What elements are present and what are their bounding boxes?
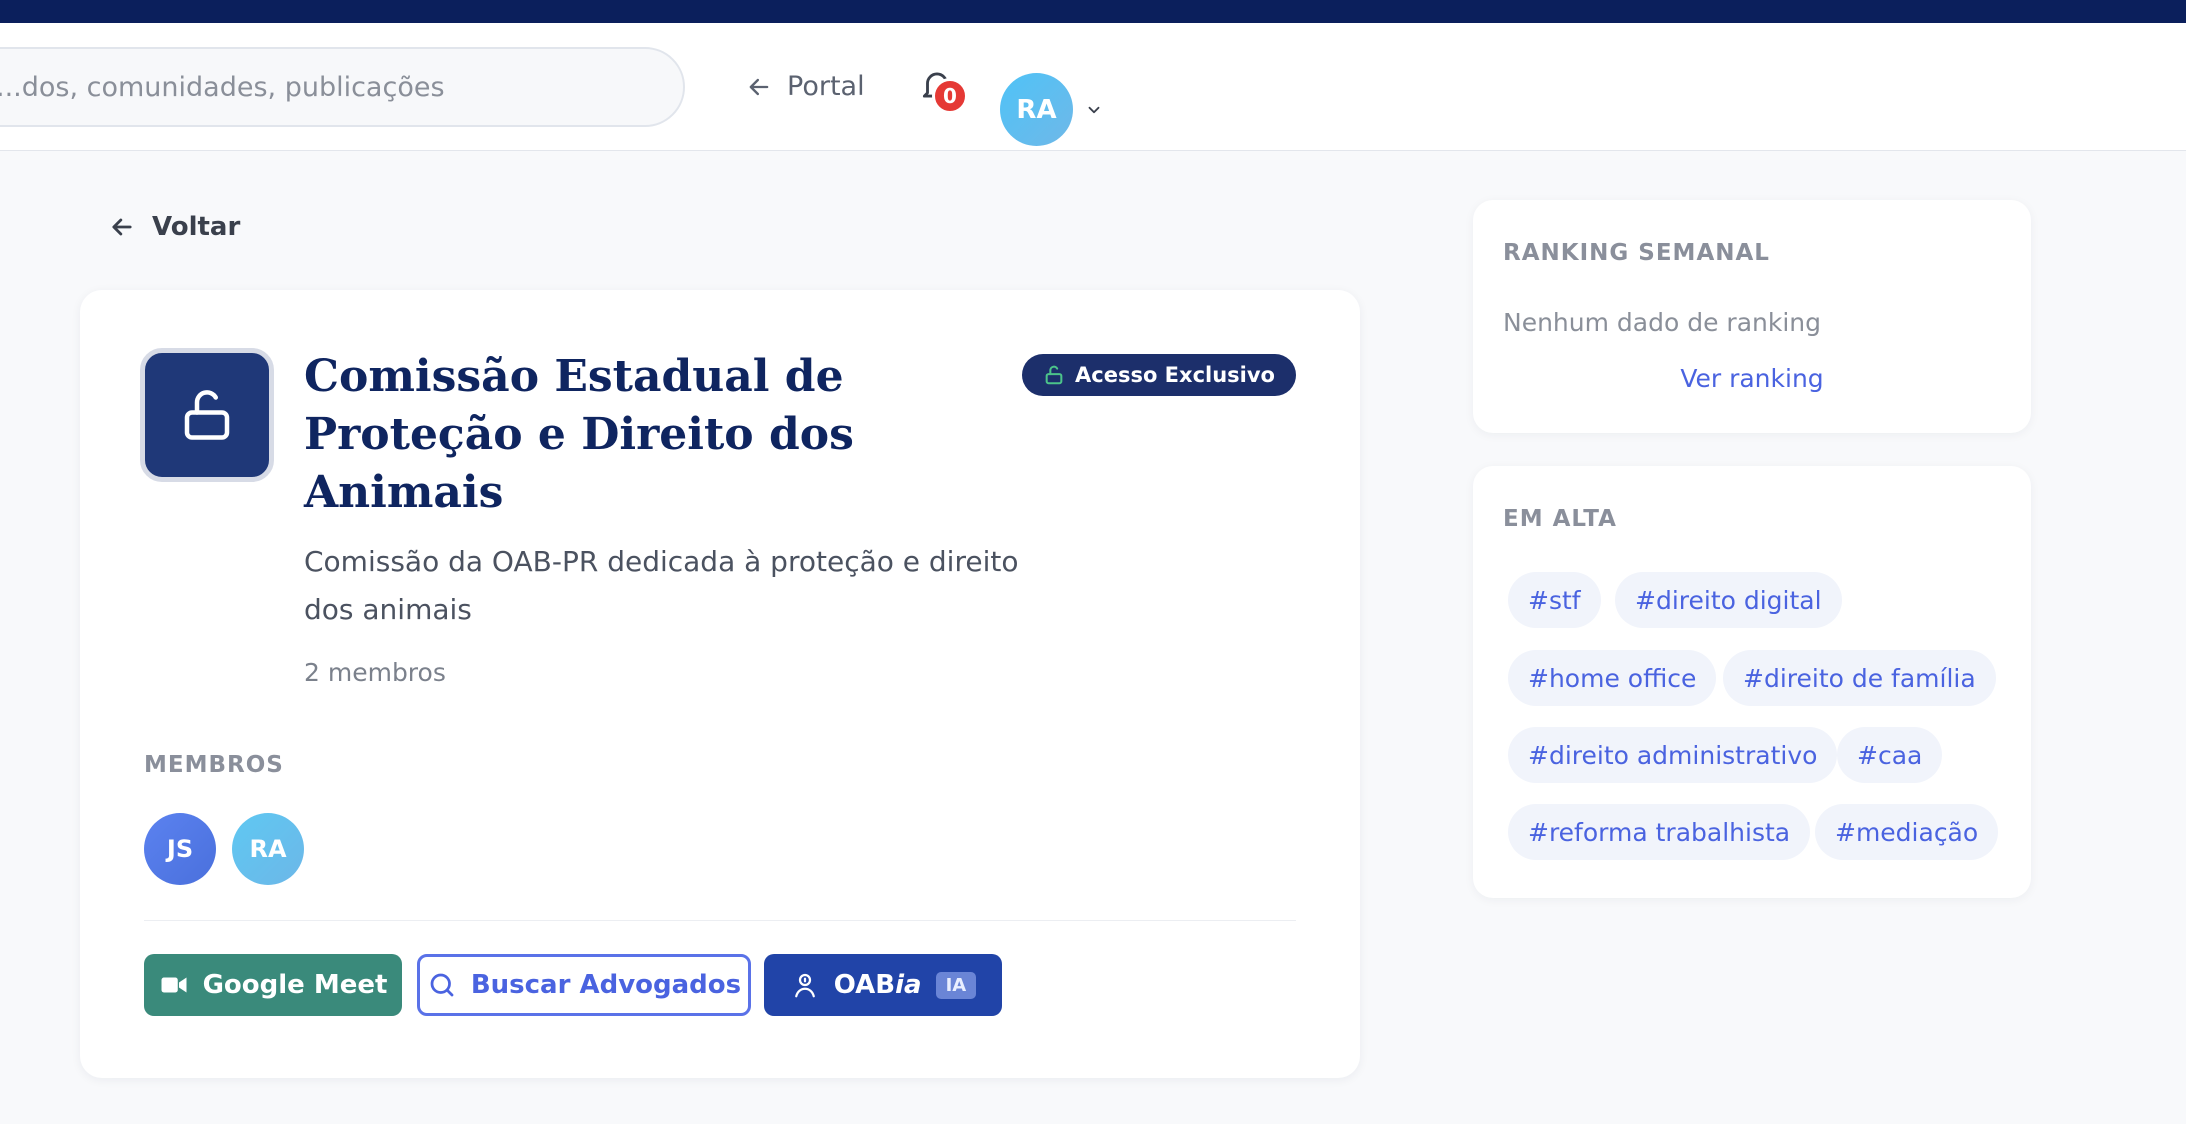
portal-link[interactable]: Portal [745, 71, 865, 102]
group-avatar [140, 348, 274, 482]
trending-tag[interactable]: #direito digital [1615, 572, 1842, 628]
search-lawyers-button[interactable]: Buscar Advogados [417, 954, 751, 1016]
trending-tag[interactable]: #direito administrativo [1508, 727, 1838, 783]
members-count: 2 membros [304, 658, 446, 687]
back-label: Voltar [152, 212, 241, 242]
ranking-title: RANKING SEMANAL [1503, 240, 1770, 266]
member-avatar[interactable]: RA [232, 813, 304, 885]
oabia-button[interactable]: OABia IA [764, 954, 1002, 1016]
view-ranking-link[interactable]: Ver ranking [1473, 364, 2031, 393]
divider [144, 920, 1296, 921]
access-badge-label: Acesso Exclusivo [1075, 363, 1275, 387]
trending-card: EM ALTA #stf #direito digital #home offi… [1473, 466, 2031, 898]
notification-count-badge: 0 [932, 78, 968, 114]
search-icon [430, 973, 454, 997]
trending-tag[interactable]: #mediação [1815, 804, 1999, 860]
oabia-label: OABia [833, 970, 922, 1000]
google-meet-label: Google Meet [202, 970, 388, 1000]
members-heading: MEMBROS [144, 752, 284, 778]
back-button[interactable]: Voltar [108, 212, 240, 242]
trending-tag[interactable]: #home office [1508, 650, 1717, 706]
member-avatar[interactable]: JS [144, 813, 216, 885]
trending-title: EM ALTA [1503, 506, 1617, 532]
ia-chip: IA [935, 971, 977, 999]
video-camera-icon [161, 977, 187, 993]
portal-label: Portal [787, 71, 865, 102]
trending-tag[interactable]: #reforma trabalhista [1508, 804, 1811, 860]
search-input[interactable] [0, 49, 683, 125]
search-bar[interactable] [0, 47, 685, 127]
unlock-icon [184, 390, 230, 440]
trending-tag[interactable]: #direito de família [1723, 650, 1996, 706]
group-title: Comissão Estadual de Proteção e Direito … [304, 351, 854, 518]
trending-tag[interactable]: #caa [1837, 727, 1943, 783]
search-lawyers-label: Buscar Advogados [470, 970, 742, 1000]
arrow-left-icon [112, 218, 132, 236]
trending-tag[interactable]: #stf [1508, 572, 1601, 628]
user-avatar[interactable]: RA [1000, 73, 1073, 146]
chevron-down-icon[interactable] [1083, 101, 1105, 119]
group-card: Comissão Estadual de Proteção e Direito … [80, 290, 1360, 1078]
group-description: Comissão da OAB-PR dedicada à proteção e… [304, 545, 1019, 626]
arrow-left-icon [749, 78, 769, 95]
google-meet-button[interactable]: Google Meet [144, 954, 402, 1016]
ai-assistant-icon [794, 973, 815, 998]
top-header: Portal 0 RA [0, 23, 2186, 151]
top-accent-bar [0, 0, 2186, 23]
ranking-card: RANKING SEMANAL Nenhum dado de ranking V… [1473, 200, 2031, 433]
unlock-icon [1045, 365, 1063, 385]
access-badge: Acesso Exclusivo [1022, 354, 1296, 396]
ranking-empty: Nenhum dado de ranking [1503, 308, 1821, 337]
